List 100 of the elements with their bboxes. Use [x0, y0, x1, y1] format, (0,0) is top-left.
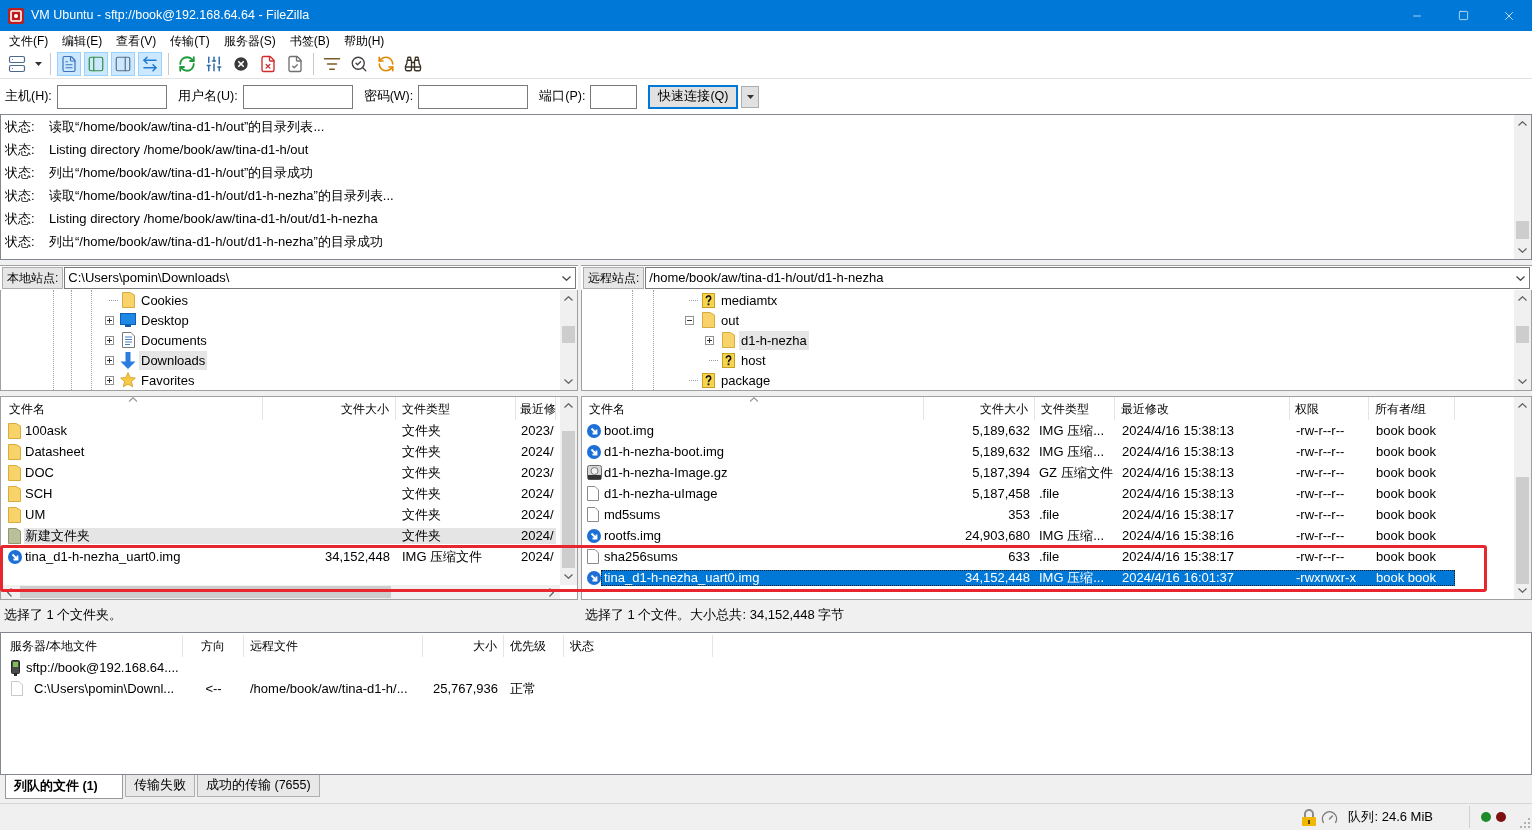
- file-row[interactable]: DOC 文件夹 2023/: [24, 465, 556, 481]
- menu-item[interactable]: 编辑(E): [55, 31, 110, 50]
- file-row[interactable]: d1-h-nezha-uImage 5,187,458 .file 2024/4/16 15:38:13 -rw-r--r-- book book: [601, 486, 1455, 502]
- chevron-down-icon[interactable]: [1518, 588, 1527, 593]
- message-log-button[interactable]: [57, 52, 81, 76]
- quickconnect-button[interactable]: 快速连接(Q): [648, 84, 739, 109]
- file-row[interactable]: tina_d1-h-nezha_uart0.img 34,152,448 IMG 压缩... 2024/4/16 16:01:37 -rwxrwxr-x book book: [601, 570, 1455, 586]
- menu-item[interactable]: 服务器(S): [216, 31, 283, 50]
- tab[interactable]: 传输失败: [125, 775, 195, 797]
- tree-item[interactable]: Cookies: [139, 290, 190, 310]
- plus-box-icon[interactable]: [104, 335, 114, 345]
- field-label: 端口(P):: [539, 88, 586, 106]
- column-header[interactable]: 所有者/组: [1369, 397, 1455, 420]
- path-combobox[interactable]: /home/book/aw/tina-d1-h/out/d1-h-nezha: [645, 267, 1530, 289]
- plus-box-icon[interactable]: [104, 315, 114, 325]
- tree-item[interactable]: d1-h-nezha: [739, 330, 809, 350]
- local-tree-button[interactable]: [84, 52, 108, 76]
- scrollbar[interactable]: [560, 397, 577, 585]
- queue-button[interactable]: [138, 52, 162, 76]
- file-row[interactable]: UM 文件夹 2024/: [24, 507, 556, 523]
- chevron-down-icon[interactable]: [1518, 379, 1527, 384]
- remote-tree-button[interactable]: [111, 52, 135, 76]
- plus-box-icon[interactable]: [104, 375, 114, 385]
- column-header[interactable]: 大小: [423, 635, 504, 657]
- menu-item[interactable]: 文件(F): [2, 31, 56, 50]
- scrollbar[interactable]: [560, 290, 577, 390]
- file-row[interactable]: boot.img 5,189,632 IMG 压缩... 2024/4/16 15:38:13 -rw-r--r-- book book: [601, 423, 1455, 439]
- chevron-down-icon[interactable]: [562, 275, 571, 281]
- column-header[interactable]: 远程文件: [244, 635, 423, 657]
- scrollbar-thumb[interactable]: [562, 431, 575, 568]
- file-row[interactable]: d1-h-nezha-Image.gz 5,187,394 GZ 压缩文件 2024/4/16 15:38:13 -rw-r--r-- book book: [601, 465, 1455, 481]
- scrollbar[interactable]: [1514, 290, 1531, 390]
- menu-item[interactable]: 书签(B): [282, 31, 337, 50]
- scrollbar-thumb[interactable]: [562, 326, 575, 343]
- chevron-down-icon[interactable]: [564, 379, 573, 384]
- plus-box-icon[interactable]: [104, 355, 114, 365]
- file-row[interactable]: SCH 文件夹 2024/: [24, 486, 556, 502]
- file-owner: book book: [1376, 528, 1436, 544]
- column-header[interactable]: 文件类型: [396, 397, 516, 420]
- scrollbar-thumb[interactable]: [1516, 326, 1529, 343]
- input-field[interactable]: [242, 84, 353, 109]
- sort-caret-icon[interactable]: [128, 397, 137, 402]
- tree-item[interactable]: host: [739, 350, 768, 370]
- column-header[interactable]: 文件大小: [263, 397, 396, 420]
- dropdown-button[interactable]: [741, 85, 760, 108]
- chevron-up-icon[interactable]: [1518, 296, 1527, 301]
- scrollbar-thumb[interactable]: [1516, 221, 1529, 239]
- scrollbar-thumb[interactable]: [1516, 477, 1529, 584]
- file-row[interactable]: 新建文件夹 文件夹 2024/: [24, 528, 556, 544]
- column-header[interactable]: 文件名: [584, 397, 924, 420]
- tree-item[interactable]: package: [719, 370, 773, 390]
- chevron-up-icon[interactable]: [564, 296, 573, 301]
- tree-item[interactable]: out: [719, 310, 742, 330]
- sort-caret-icon[interactable]: [749, 397, 758, 402]
- column-header[interactable]: 文件名: [3, 397, 263, 420]
- window-title: VM Ubuntu - sftp://book@192.168.64.64 - FileZilla: [31, 7, 310, 25]
- input-field[interactable]: [590, 84, 638, 109]
- chevron-up-icon[interactable]: [1518, 403, 1527, 408]
- tree-item[interactable]: Documents: [139, 330, 209, 350]
- minus-box-icon[interactable]: [684, 315, 694, 325]
- tree-item[interactable]: mediamtx: [719, 290, 780, 310]
- input-field[interactable]: [56, 84, 167, 109]
- column-header[interactable]: 服务器/本地文件: [2, 635, 183, 657]
- status-light-icon: [1496, 812, 1506, 822]
- input-field[interactable]: [418, 84, 529, 109]
- file-row[interactable]: sha256sums 633 .file 2024/4/16 15:38:17 -rw-r--r-- book book: [601, 549, 1455, 565]
- menu-item[interactable]: 帮助(H): [336, 31, 392, 50]
- chevron-down-icon[interactable]: [1516, 275, 1525, 281]
- column-header[interactable]: 状态: [564, 635, 713, 657]
- tree-item[interactable]: Downloads: [139, 350, 208, 370]
- chevron-down-icon[interactable]: [1518, 248, 1527, 253]
- file-row[interactable]: 100ask 文件夹 2023/: [24, 423, 556, 439]
- file-row[interactable]: md5sums 353 .file 2024/4/16 15:38:17 -rw-r--r-- book book: [601, 507, 1455, 523]
- chevron-right-icon[interactable]: [549, 587, 554, 597]
- chevron-up-icon[interactable]: [1518, 121, 1527, 126]
- column-header[interactable]: 方向: [183, 635, 244, 657]
- tree-item[interactable]: Favorites: [139, 370, 197, 390]
- file-row[interactable]: rootfs.img 24,903,680 IMG 压缩... 2024/4/16 15:38:16 -rw-r--r-- book book: [601, 528, 1455, 544]
- column-header[interactable]: 文件类型: [1035, 397, 1115, 420]
- file-owner: book book: [1376, 549, 1436, 565]
- chevron-down-icon[interactable]: [564, 574, 573, 579]
- menu-item[interactable]: 传输(T): [163, 31, 217, 50]
- chevron-up-icon[interactable]: [564, 403, 573, 408]
- column-header[interactable]: 文件大小: [924, 397, 1035, 420]
- menu-item[interactable]: 查看(V): [109, 31, 164, 50]
- tab[interactable]: 列队的文件 (1): [5, 775, 123, 799]
- scrollbar[interactable]: [1514, 115, 1531, 259]
- file-row[interactable]: tina_d1-h-nezha_uart0.img 34,152,448 IMG 压缩文件 2024/: [24, 549, 556, 565]
- column-header[interactable]: 最近修: [516, 397, 556, 420]
- file-row[interactable]: Datasheet 文件夹 2024/: [24, 444, 556, 460]
- plus-box-icon[interactable]: [704, 335, 714, 345]
- column-header[interactable]: 优先级: [504, 635, 564, 657]
- tree-item[interactable]: Desktop: [139, 310, 191, 330]
- column-header[interactable]: 权限: [1290, 397, 1369, 420]
- chevron-left-icon[interactable]: [7, 587, 12, 597]
- path-combobox[interactable]: C:\Users\pomin\Downloads\: [64, 267, 576, 289]
- file-row[interactable]: d1-h-nezha-boot.img 5,189,632 IMG 压缩... 2024/4/16 15:38:13 -rw-r--r-- book book: [601, 444, 1455, 460]
- tab[interactable]: 成功的传输 (7655): [197, 775, 320, 797]
- scrollbar[interactable]: [1514, 397, 1531, 599]
- column-header[interactable]: 最近修改: [1115, 397, 1290, 420]
